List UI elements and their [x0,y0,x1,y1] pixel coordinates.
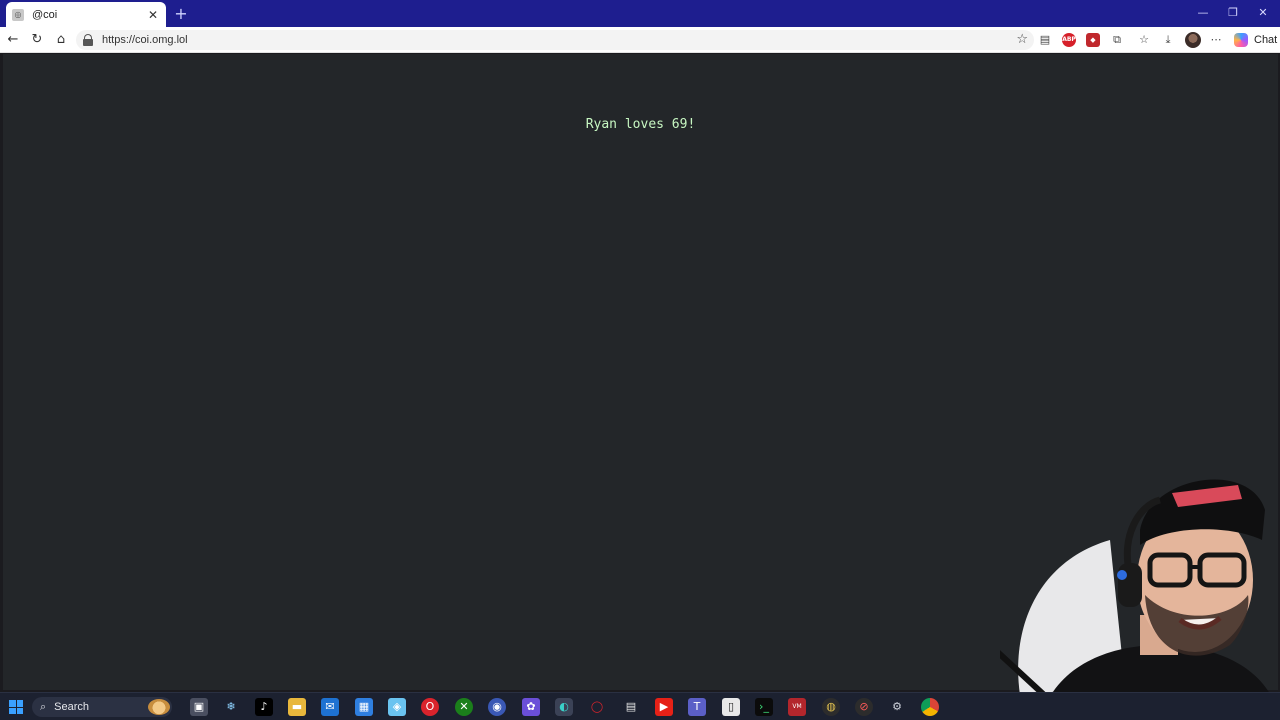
copilot-icon [1234,33,1248,47]
opera-icon[interactable]: ◯ [588,698,606,716]
chat-button[interactable]: Chat [1234,32,1277,48]
windows-start-icon[interactable] [9,700,23,714]
browser-tab[interactable]: ◎ @coi ✕ [6,2,166,27]
extensions-icon[interactable]: ⧉ [1110,33,1124,47]
search-label: Search [54,701,90,713]
microsoft-store-icon[interactable]: ▦ [355,698,373,716]
new-tab-button[interactable]: + [172,5,190,23]
reader-mode-icon[interactable]: ▤ [1038,33,1052,47]
file-explorer-icon[interactable]: ▬ [288,698,306,716]
title-bar: ◎ @coi ✕ + — ❐ ✕ [0,0,1280,27]
profile-avatar[interactable] [1185,32,1201,48]
browser-toolbar: ← ↻ ⌂ https://coi.omg.lol ☆ ▤ ABP ◆ ⧉ ☆ … [0,27,1280,53]
address-bar[interactable]: https://coi.omg.lol ☆ [76,30,1034,50]
page-favicon-icon: ◎ [12,8,24,21]
teams-icon[interactable]: T [688,698,706,716]
app-icon-gold[interactable]: ◍ [822,698,840,716]
settings-gear-icon[interactable]: ⚙ [888,698,906,716]
close-tab-icon[interactable]: ✕ [146,8,160,22]
page-viewport: Ryan loves 69! [3,54,1278,690]
app-icon-blue[interactable]: ◉ [488,698,506,716]
refresh-button[interactable]: ↻ [28,31,46,49]
tab-title: @coi [32,8,58,21]
more-menu-icon[interactable]: ⋯ [1209,33,1223,47]
back-button[interactable]: ← [4,31,22,49]
edge-browser-icon[interactable]: ◐ [555,698,573,716]
minimize-button[interactable]: — [1188,5,1218,21]
search-icon: ⌕ [40,700,47,713]
mail-icon[interactable]: ✉ [321,698,339,716]
clapperboard-icon[interactable]: ▤ [622,698,640,716]
search-highlight-icon [148,699,170,715]
taskbar-search[interactable]: ⌕ Search [32,697,172,717]
terminal-icon[interactable]: ›_ [755,698,773,716]
downloads-icon[interactable]: ⤓ [1161,33,1175,47]
favorite-star-icon[interactable]: ☆ [1016,32,1028,47]
adblock-plus-icon[interactable]: ABP [1062,33,1076,47]
voicemeeter-icon[interactable]: VM [788,698,806,716]
app-icon-m365[interactable]: ◈ [388,698,406,716]
task-view-icon[interactable]: ▣ [190,698,208,716]
xbox-icon[interactable]: ✕ [455,698,473,716]
favorites-icon[interactable]: ☆ [1137,33,1151,47]
snowflake-app-icon[interactable]: ❄ [222,698,240,716]
app-icon-purple[interactable]: ✿ [522,698,540,716]
restore-button[interactable]: ❐ [1218,5,1248,21]
opera-gx-icon[interactable]: O [421,698,439,716]
tiktok-icon[interactable]: ♪ [255,698,273,716]
chrome-icon[interactable] [921,698,939,716]
close-window-button[interactable]: ✕ [1248,5,1278,21]
notepad-icon[interactable]: ▯ [722,698,740,716]
taskbar: ⌕ Search ▣ ❄ ♪ ▬ ✉ ▦ ◈ O ✕ ◉ ✿ ◐ ◯ ▤ ▶ T… [0,692,1280,720]
home-button[interactable]: ⌂ [52,31,70,49]
url-text[interactable]: https://coi.omg.lol [102,34,188,46]
page-message: Ryan loves 69! [585,117,696,132]
chat-label: Chat [1254,34,1278,46]
youtube-icon[interactable]: ▶ [655,698,673,716]
app-icon-red-circle[interactable]: ⊘ [855,698,873,716]
lock-icon[interactable] [82,34,94,46]
ublock-origin-icon[interactable]: ◆ [1086,33,1100,47]
